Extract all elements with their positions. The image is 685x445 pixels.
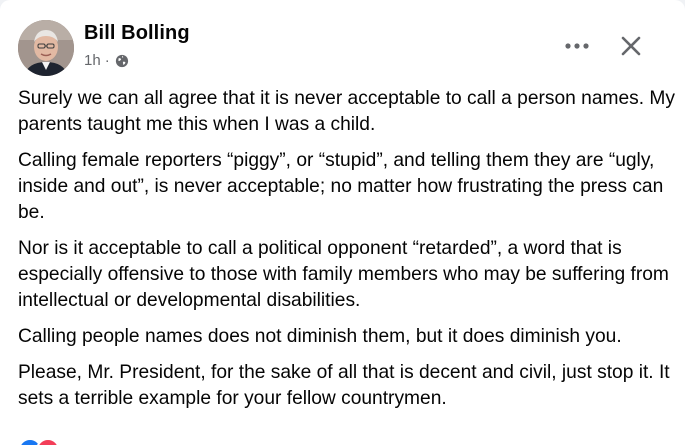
- more-horizontal-icon: [565, 43, 589, 49]
- post-paragraph: Nor is it acceptable to call a political…: [18, 238, 669, 311]
- post-meta: 1h ·: [84, 52, 129, 69]
- post-paragraph: Please, Mr. President, for the sake of a…: [18, 362, 670, 409]
- avatar[interactable]: [18, 20, 74, 76]
- love-reaction-icon: [36, 438, 60, 445]
- close-icon: [621, 36, 641, 56]
- meta-separator: ·: [104, 52, 110, 69]
- reaction-icons[interactable]: [18, 438, 60, 445]
- post-paragraph: Surely we can all agree that it is never…: [18, 88, 675, 135]
- post-paragraph: Calling people names does not diminish t…: [18, 326, 622, 347]
- post-card: Bill Bolling 1h · Surely we can all agre…: [0, 0, 685, 445]
- post-header: Bill Bolling 1h ·: [18, 20, 665, 78]
- avatar-image: [18, 20, 74, 76]
- close-button[interactable]: [613, 28, 649, 64]
- more-options-button[interactable]: [559, 28, 595, 64]
- post-body: Surely we can all agree that it is never…: [18, 86, 678, 422]
- globe-icon[interactable]: [115, 54, 129, 68]
- post-timestamp[interactable]: 1h: [84, 52, 101, 69]
- post-paragraph: Calling female reporters “piggy”, or “st…: [18, 150, 664, 223]
- author-name[interactable]: Bill Bolling: [84, 22, 190, 45]
